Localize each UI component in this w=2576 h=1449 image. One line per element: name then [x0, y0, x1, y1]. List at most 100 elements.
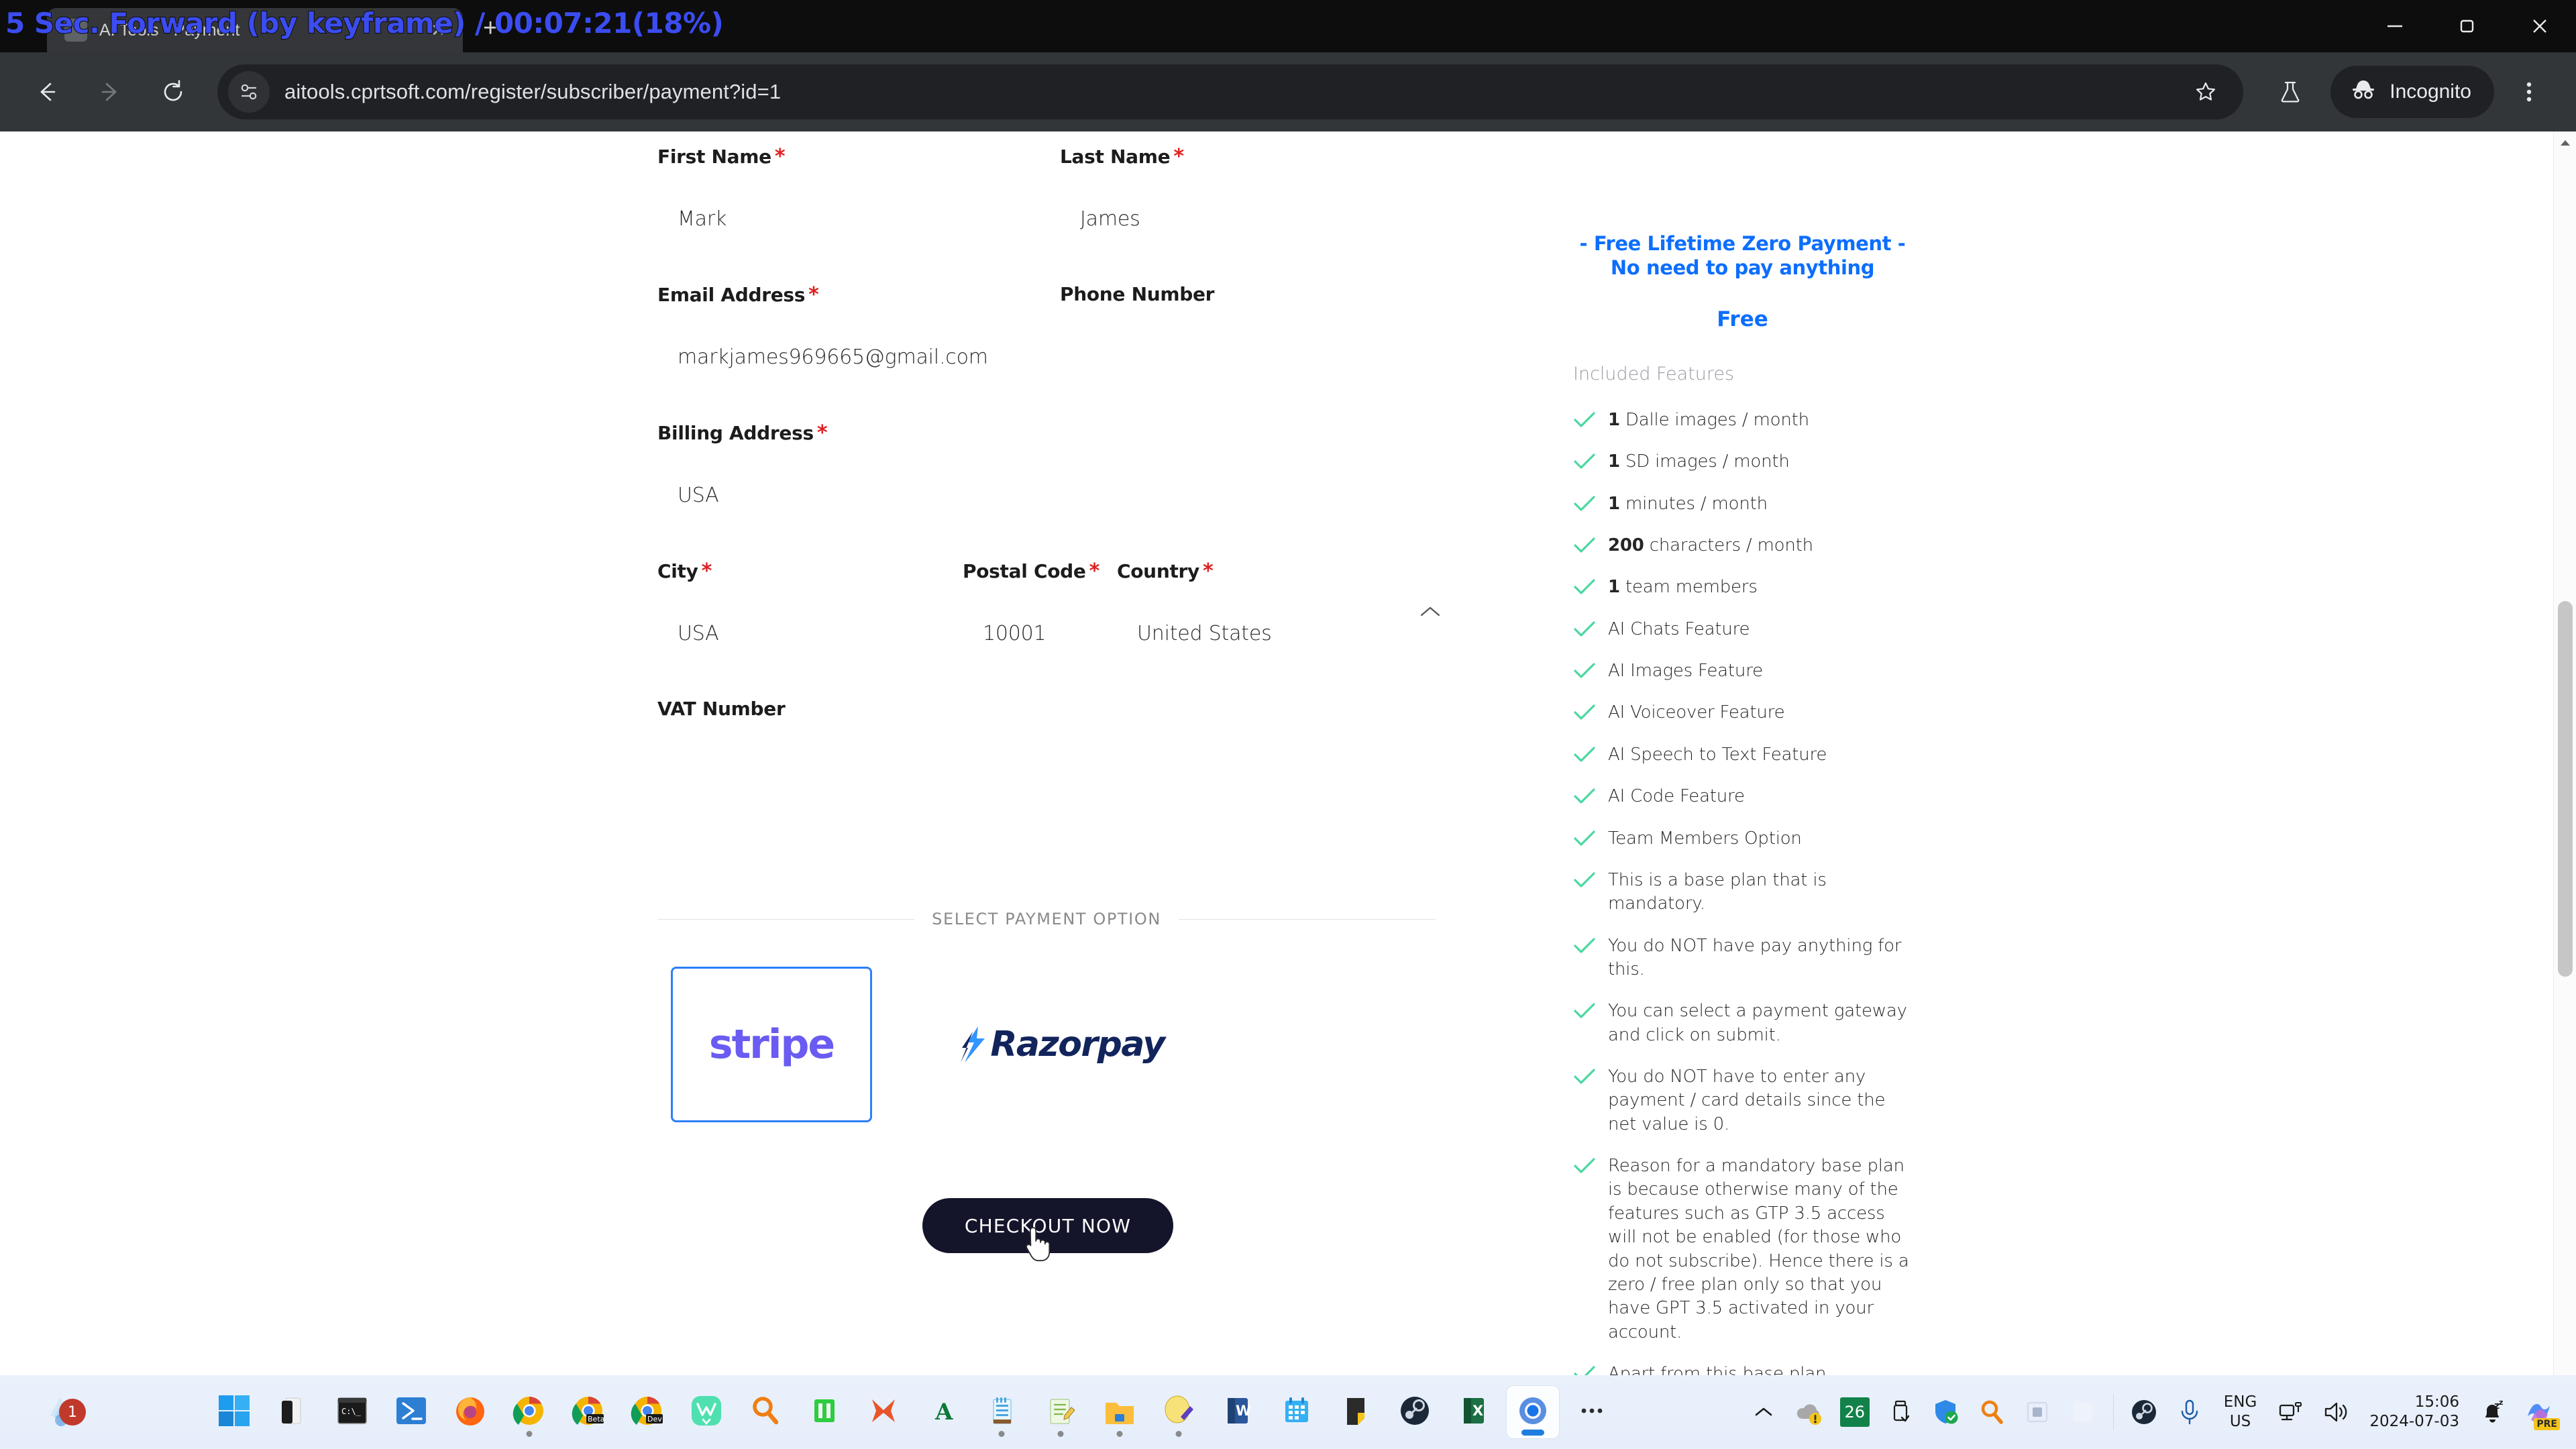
app-square-icon-2[interactable]	[2062, 1391, 2104, 1433]
running-app-indicator	[1057, 1431, 1064, 1437]
taskbar-paint[interactable]	[1152, 1386, 1205, 1438]
everything-search-magnifier-icon[interactable]	[1971, 1391, 2012, 1433]
phone-field[interactable]: Phone Number	[1060, 283, 1449, 369]
page-content: First Name * Mark Last Name * James Emai…	[0, 131, 2553, 1449]
url-text[interactable]: aitools.cprtsoft.com/register/subscriber…	[284, 80, 2163, 104]
page-scrollbar[interactable]	[2553, 131, 2576, 1449]
taskbar-sticky-notes[interactable]	[1330, 1386, 1382, 1438]
maximize-button[interactable]	[2431, 0, 2504, 52]
taskbar-taskbar-overflow[interactable]	[1566, 1386, 1618, 1438]
feature-item: 1 team members	[1573, 576, 1912, 599]
site-settings-icon[interactable]	[228, 71, 270, 113]
last-name-value[interactable]: James	[1080, 207, 1449, 231]
feature-item: AI Code Feature	[1573, 785, 1912, 808]
check-icon	[1573, 621, 1596, 641]
incognito-indicator[interactable]: Incognito	[2330, 66, 2494, 118]
taskbar-chrome-dev[interactable]: Dev	[621, 1386, 674, 1438]
taskbar-powershell[interactable]	[385, 1386, 437, 1438]
taskbar-a-app[interactable]: A	[916, 1386, 969, 1438]
taskbar-media-player[interactable]	[798, 1386, 851, 1438]
first-name-field[interactable]: First Name * Mark	[657, 145, 1060, 231]
taskbar-search-everything[interactable]	[739, 1386, 792, 1438]
network-icon[interactable]	[2270, 1391, 2312, 1433]
billing-address-value[interactable]: USA	[678, 484, 1449, 507]
clock[interactable]: 15:06 2024-07-03	[2361, 1393, 2467, 1432]
check-icon	[1573, 537, 1596, 557]
minimize-button[interactable]	[2359, 0, 2431, 52]
feature-label: You do NOT have pay anything for this.	[1608, 935, 1902, 979]
taskbar-word[interactable]: W	[1212, 1386, 1264, 1438]
address-bar[interactable]: aitools.cprtsoft.com/register/subscriber…	[217, 64, 2244, 120]
feature-label: 1 minutes / month	[1608, 493, 1768, 514]
svg-text:C:\_: C:\_	[341, 1407, 362, 1416]
tray-overflow-chevron-up-icon[interactable]	[1743, 1391, 1784, 1433]
three-dot-menu-icon[interactable]	[2501, 64, 2557, 120]
cloud-warning-icon[interactable]	[1788, 1391, 1830, 1433]
ellipsis-icon	[1574, 1393, 1610, 1432]
city-value[interactable]: USA	[678, 622, 963, 645]
taskbar-calendar[interactable]	[1271, 1386, 1323, 1438]
taskbar-wondershare[interactable]	[680, 1386, 733, 1438]
taskbar-chrome[interactable]	[503, 1386, 555, 1438]
country-select[interactable]: Country * United States	[1117, 559, 1449, 645]
city-field[interactable]: City * USA	[657, 559, 963, 645]
scrollbar-thumb[interactable]	[2558, 601, 2573, 977]
required-marker: *	[1173, 145, 1184, 168]
checkout-button[interactable]: CHECKOUT NOW	[922, 1198, 1173, 1253]
microphone-icon[interactable]	[2169, 1391, 2210, 1433]
recycle-bin[interactable]: 1	[0, 1391, 121, 1434]
back-button[interactable]	[19, 64, 75, 120]
taskbar-chrome-beta[interactable]: Beta	[562, 1386, 614, 1438]
taskbar-firefox[interactable]	[444, 1386, 496, 1438]
taskbar-file-explorer[interactable]	[1093, 1386, 1146, 1438]
required-marker: *	[808, 283, 819, 307]
taskbar-command-prompt[interactable]: C:\_	[326, 1386, 378, 1438]
country-value[interactable]: United States	[1137, 622, 1449, 645]
forward-button[interactable]	[82, 64, 138, 120]
taskbar-steam[interactable]	[1389, 1386, 1441, 1438]
gateway-option-stripe[interactable]: stripe	[671, 967, 872, 1122]
gateway-option-razorpay[interactable]: Razorpay	[959, 967, 1165, 1122]
usb-eject-icon[interactable]	[1880, 1391, 1921, 1433]
count-badge-icon[interactable]: 26	[1834, 1391, 1876, 1433]
email-field[interactable]: Email Address * markjames969665@gmail.com	[657, 283, 1060, 369]
feature-item: AI Chats Feature	[1573, 618, 1912, 641]
flask-icon[interactable]	[2262, 64, 2318, 120]
speaker-icon[interactable]	[2316, 1391, 2357, 1433]
scroll-up-arrow-icon[interactable]	[2554, 131, 2576, 154]
check-icon	[1573, 746, 1596, 767]
taskbar-xmind[interactable]	[857, 1386, 910, 1438]
language-line1: ENG	[2223, 1393, 2257, 1411]
taskbar-chromium-active[interactable]	[1507, 1386, 1559, 1438]
vat-number-field[interactable]: VAT Number	[657, 698, 1449, 759]
taskbar-task-view[interactable]	[267, 1386, 319, 1438]
postal-code-value[interactable]: 10001	[983, 622, 1117, 645]
close-button[interactable]	[2504, 0, 2576, 52]
included-features-heading: Included Features	[1573, 363, 1735, 384]
taskbar-excel[interactable]: X	[1448, 1386, 1500, 1438]
powershell-icon	[393, 1393, 429, 1432]
taskbar-start-button[interactable]	[208, 1386, 260, 1438]
taskbar-notepad-plus[interactable]	[1034, 1386, 1087, 1438]
email-value[interactable]: markjames969665@gmail.com	[678, 345, 1060, 369]
bell-sleep-icon[interactable]: zz	[2471, 1391, 2513, 1433]
chevron-up-icon[interactable]	[1418, 604, 1442, 623]
taskbar-notes-app[interactable]	[975, 1386, 1028, 1438]
shield-check-icon[interactable]	[1925, 1391, 1967, 1433]
svg-text:Beta: Beta	[588, 1415, 604, 1424]
star-icon[interactable]	[2178, 64, 2234, 120]
first-name-value[interactable]: Mark	[678, 207, 1060, 231]
language-indicator[interactable]: ENG US	[2214, 1393, 2267, 1432]
copilot-icon[interactable]: PRE	[2517, 1391, 2560, 1433]
billing-address-field[interactable]: Billing Address * USA	[657, 421, 1449, 507]
feature-label: You can select a payment gateway and cli…	[1608, 1001, 1907, 1045]
app-square-icon[interactable]	[2017, 1391, 2058, 1433]
last-name-field[interactable]: Last Name * James	[1060, 145, 1449, 231]
steam-tray-icon[interactable]	[2123, 1391, 2165, 1433]
windows-taskbar: 1 C:\_ Beta Dev A W X 26 ENG US 15:06 20…	[0, 1375, 2576, 1449]
reload-button[interactable]	[145, 64, 201, 120]
stripe-logo-icon: stripe	[708, 1021, 835, 1068]
divider-line-right	[1178, 918, 1436, 920]
page-viewport: First Name * Mark Last Name * James Emai…	[0, 131, 2576, 1449]
postal-code-field[interactable]: Postal Code * 10001	[963, 559, 1117, 645]
